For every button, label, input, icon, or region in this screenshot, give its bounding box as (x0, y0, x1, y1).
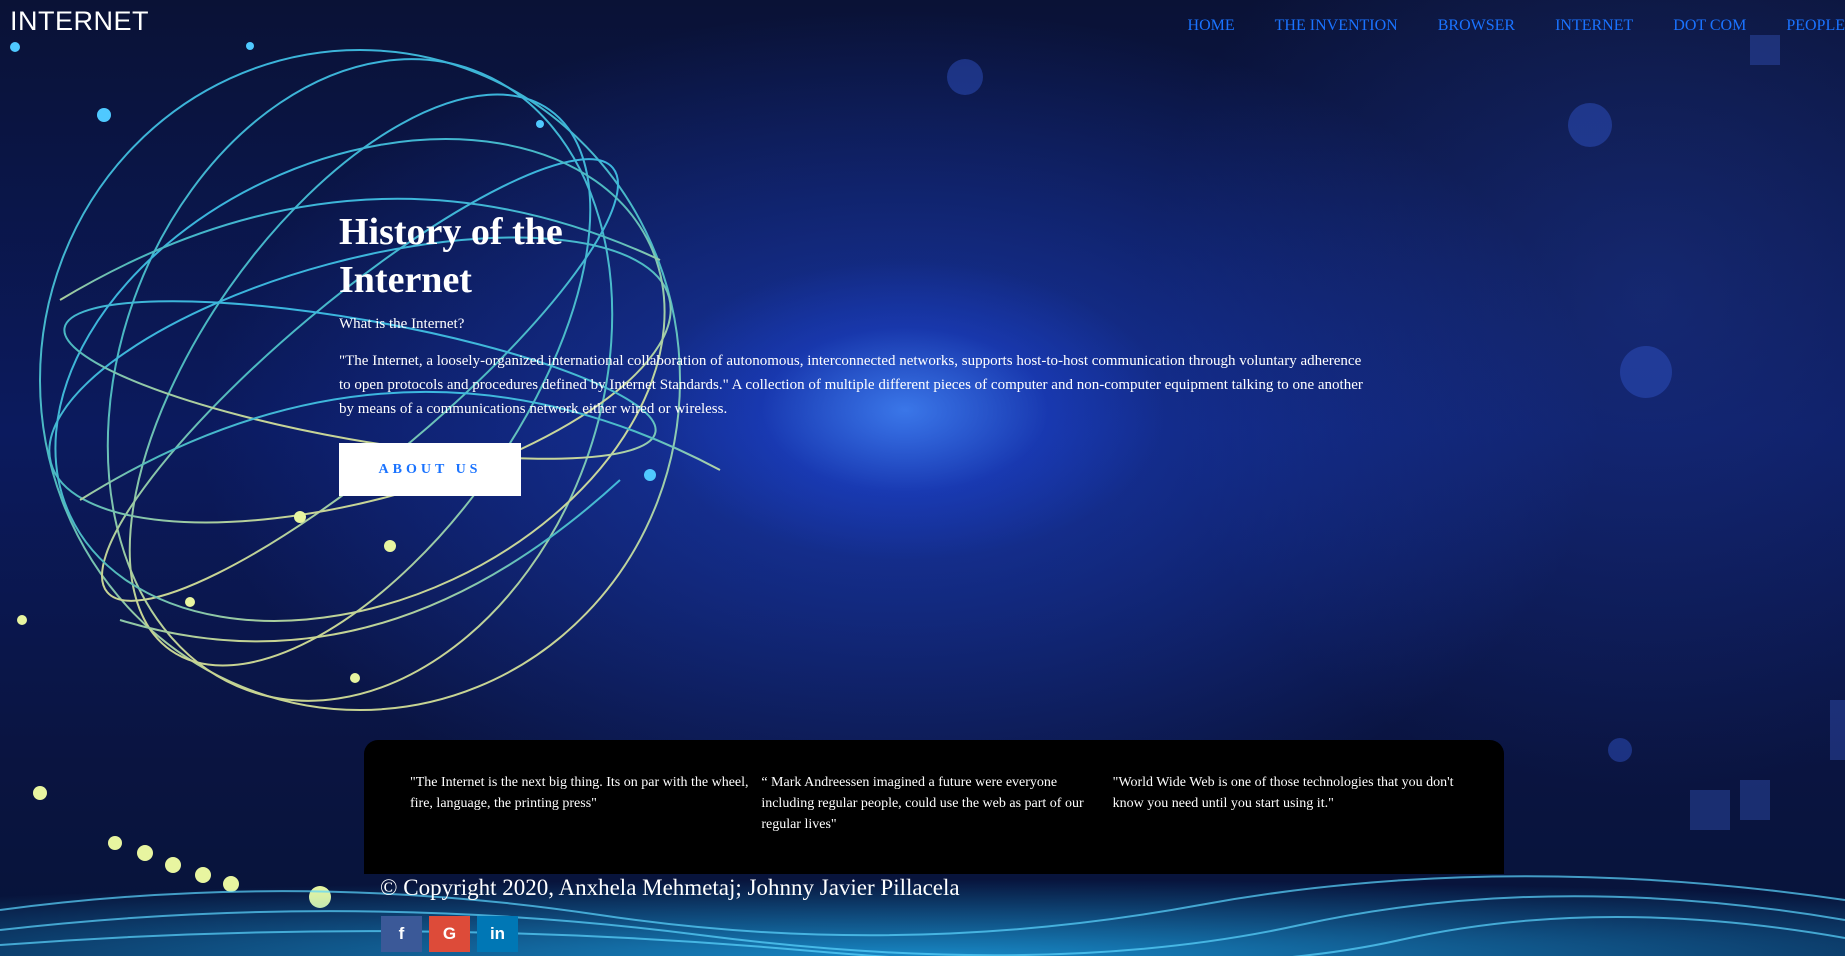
hero-subtitle: What is the Internet? (339, 316, 465, 332)
main-navigation: HOME THE INVENTION BROWSER INTERNET DOT … (1148, 17, 1845, 35)
google-icon[interactable]: G (429, 916, 470, 952)
about-us-button[interactable]: ABOUT US (339, 443, 521, 496)
linkedin-icon[interactable]: in (477, 916, 518, 952)
nav-people[interactable]: PEOPLE (1786, 17, 1845, 35)
quotes-panel: "The Internet is the next big thing. Its… (364, 740, 1504, 874)
nav-browser[interactable]: BROWSER (1438, 17, 1515, 35)
facebook-icon[interactable]: f (381, 916, 422, 952)
social-links: f G in (381, 916, 518, 952)
site-logo[interactable]: INTERNET (10, 6, 149, 37)
hero-section: History of the Internet What is the Inte… (339, 208, 1379, 496)
nav-the-invention[interactable]: THE INVENTION (1275, 17, 1398, 35)
quote-item: "World Wide Web is one of those technolo… (1112, 775, 1454, 811)
nav-dot-com[interactable]: DOT COM (1673, 17, 1746, 35)
quote-item: "The Internet is the next big thing. Its… (410, 775, 749, 811)
nav-home[interactable]: HOME (1188, 17, 1235, 35)
copyright-text: © Copyright 2020, Anxhela Mehmetaj; John… (380, 875, 960, 900)
quote-item: “ Mark Andreessen imagined a future were… (761, 775, 1084, 832)
hero-description: "The Internet, a loosely-organized inter… (339, 353, 1363, 417)
page-title: History of the Internet (339, 211, 563, 301)
nav-internet[interactable]: INTERNET (1555, 17, 1633, 35)
